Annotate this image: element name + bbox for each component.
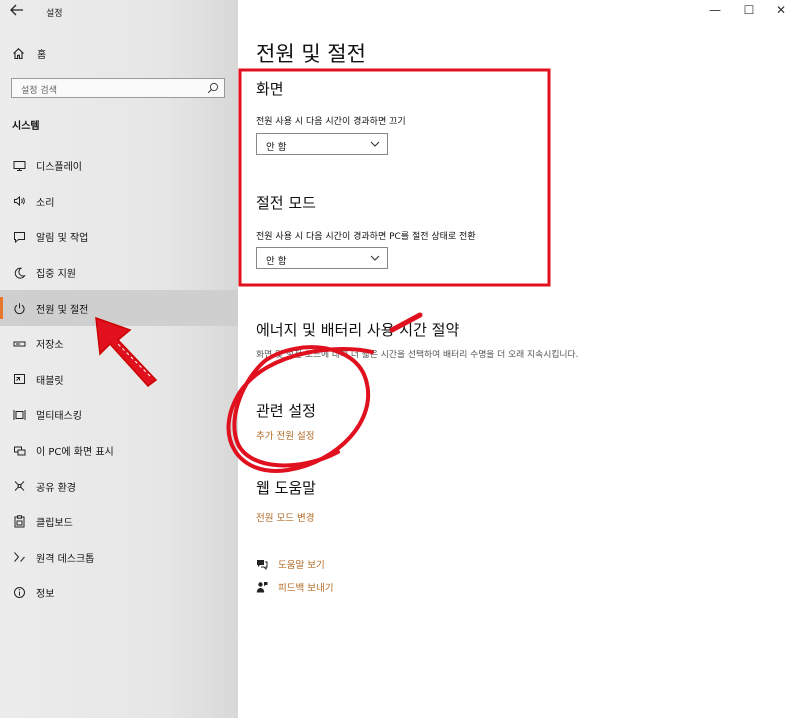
help-chat-icon	[257, 560, 268, 570]
sidebar-item-remote-desktop[interactable]: 원격 데스크톱	[0, 540, 238, 576]
home-link[interactable]: 홈	[12, 45, 46, 61]
storage-icon	[12, 337, 26, 351]
search-box[interactable]: 설정 검색	[11, 78, 225, 98]
project-icon	[12, 444, 26, 458]
sidebar-item-tablet[interactable]: 태블릿	[0, 362, 238, 398]
sidebar-item-label: 집중 지원	[36, 269, 76, 281]
sidebar-item-sound[interactable]: 소리	[0, 184, 238, 220]
main-content: 전원 및 절전 화면 전원 사용 시 다음 시간이 경과하면 끄기 안 함 절전…	[238, 0, 800, 718]
sidebar-item-label: 정보	[36, 589, 55, 601]
screen-heading: 화면	[256, 80, 284, 98]
sidebar-item-about[interactable]: 정보	[0, 575, 238, 611]
sidebar: 설정 홈 설정 검색 시스템 디스플레이 소리 알림 및 작업 집중 지원 전원…	[0, 0, 238, 718]
search-placeholder: 설정 검색	[21, 86, 57, 96]
feedback-person-icon	[256, 582, 268, 593]
sidebar-item-label: 저장소	[36, 340, 64, 352]
page-title: 전원 및 절전	[256, 42, 366, 66]
sidebar-item-label: 디스플레이	[36, 162, 82, 174]
info-icon	[12, 586, 26, 600]
power-icon	[12, 301, 26, 315]
moon-icon	[12, 266, 26, 280]
additional-power-settings-link[interactable]: 추가 전원 설정	[256, 428, 314, 442]
sidebar-item-label: 공유 환경	[36, 482, 76, 494]
home-icon	[13, 47, 24, 59]
energy-description: 화면 및 절전 모드에 대해 더 짧은 시간을 선택하여 배터리 수명을 더 오…	[256, 350, 579, 360]
dropdown-value: 안 함	[266, 256, 287, 267]
sleep-timeout-dropdown[interactable]: 안 함	[256, 247, 388, 269]
section-label-system: 시스템	[12, 121, 40, 132]
remote-desktop-icon	[12, 550, 26, 564]
energy-heading: 에너지 및 배터리 사용 시간 절약	[256, 321, 460, 339]
back-arrow-icon	[10, 4, 23, 16]
sidebar-nav: 디스플레이 소리 알림 및 작업 집중 지원 전원 및 절전 저장소 태블릿 멀…	[0, 148, 238, 611]
dropdown-value: 안 함	[266, 142, 287, 153]
sleep-heading: 절전 모드	[256, 194, 316, 212]
sidebar-item-label: 원격 데스크톱	[36, 553, 95, 565]
sleep-description: 전원 사용 시 다음 시간이 경과하면 PC를 절전 상태로 전환	[256, 232, 476, 242]
sidebar-item-notifications[interactable]: 알림 및 작업	[0, 219, 238, 255]
get-help-link[interactable]: 도움말 보기	[256, 557, 325, 571]
screen-description: 전원 사용 시 다음 시간이 경과하면 끄기	[256, 117, 406, 127]
display-icon	[12, 159, 26, 173]
sidebar-item-display[interactable]: 디스플레이	[0, 148, 238, 184]
screen-timeout-dropdown[interactable]: 안 함	[256, 133, 388, 155]
chevron-down-icon	[370, 255, 380, 261]
sidebar-item-shared-experiences[interactable]: 공유 환경	[0, 468, 238, 504]
send-feedback-label: 피드백 보내기	[278, 583, 334, 594]
web-help-heading: 웹 도움말	[256, 479, 316, 497]
sidebar-item-storage[interactable]: 저장소	[0, 326, 238, 362]
chevron-down-icon	[370, 141, 380, 147]
sidebar-item-label: 알림 및 작업	[36, 233, 89, 245]
sidebar-item-project-to-pc[interactable]: 이 PC에 화면 표시	[0, 433, 238, 469]
tablet-icon	[12, 372, 26, 386]
back-button[interactable]	[10, 4, 28, 20]
sidebar-item-label: 멀티태스킹	[36, 411, 82, 423]
home-label: 홈	[37, 49, 47, 61]
search-icon[interactable]	[207, 82, 219, 94]
sidebar-item-label: 클립보드	[36, 518, 73, 530]
change-power-mode-link[interactable]: 전원 모드 변경	[256, 510, 314, 524]
send-feedback-link[interactable]: 피드백 보내기	[256, 580, 333, 594]
sidebar-item-label: 전원 및 절전	[36, 304, 89, 316]
app-title: 설정	[46, 9, 63, 19]
sidebar-item-multitasking[interactable]: 멀티태스킹	[0, 397, 238, 433]
sidebar-item-power-sleep[interactable]: 전원 및 절전	[0, 290, 238, 326]
sidebar-item-label: 태블릿	[36, 375, 64, 387]
clipboard-icon	[12, 515, 26, 529]
share-icon	[12, 479, 26, 493]
related-settings-heading: 관련 설정	[256, 402, 316, 420]
notification-icon	[12, 230, 26, 244]
sidebar-item-label: 소리	[36, 197, 55, 209]
get-help-label: 도움말 보기	[278, 560, 325, 571]
multitasking-icon	[12, 408, 26, 422]
sidebar-item-label: 이 PC에 화면 표시	[36, 447, 114, 459]
sidebar-item-focus-assist[interactable]: 집중 지원	[0, 255, 238, 291]
sidebar-item-clipboard[interactable]: 클립보드	[0, 504, 238, 540]
speaker-icon	[12, 194, 26, 208]
